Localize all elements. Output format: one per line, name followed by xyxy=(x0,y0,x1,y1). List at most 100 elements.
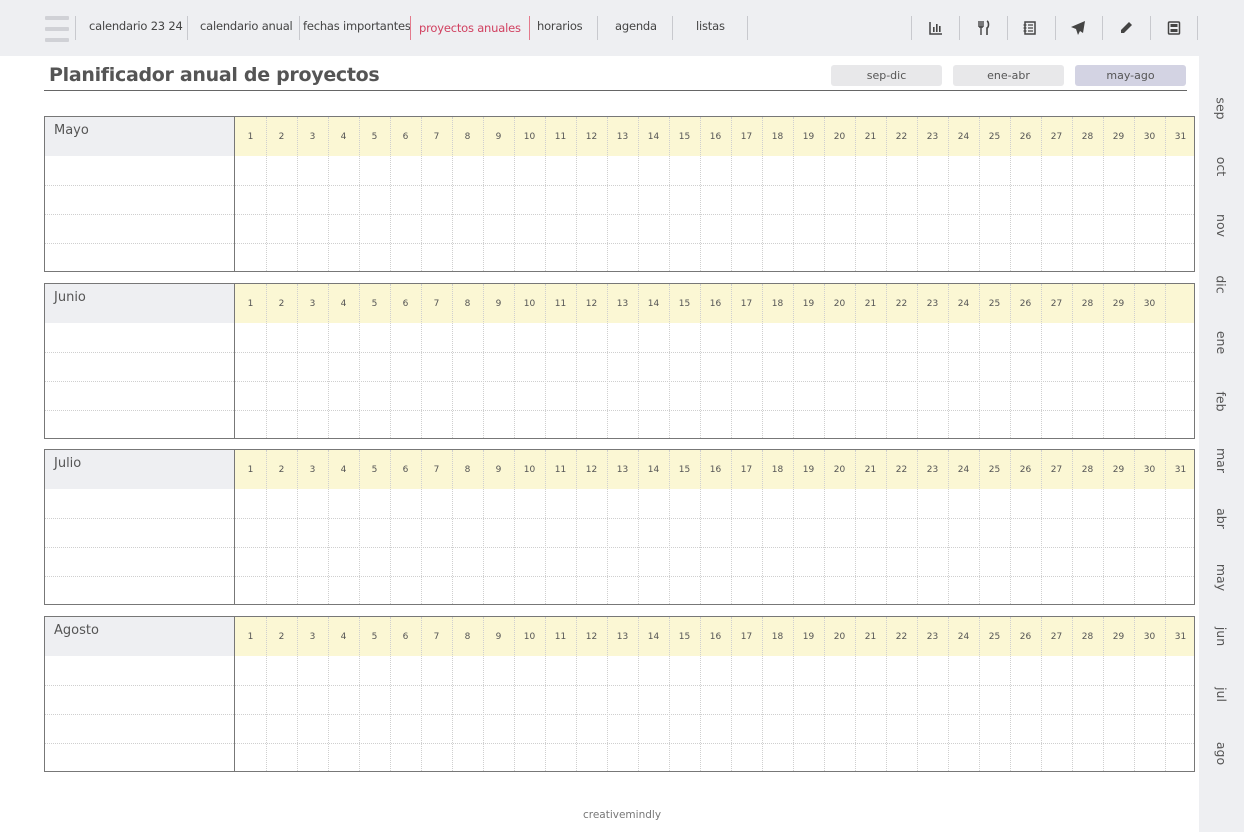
range-button-sep-dic[interactable]: sep-dic xyxy=(831,65,942,86)
nav-separator xyxy=(299,16,300,40)
grid-column-line xyxy=(421,117,422,271)
grid-column-line xyxy=(669,117,670,271)
grid-column-line xyxy=(483,617,484,771)
grid-column-line xyxy=(731,284,732,438)
side-month-ago[interactable]: ago xyxy=(1199,733,1244,773)
nav-calendario-23-24[interactable]: calendario 23 24 xyxy=(89,19,183,33)
grid-column-line xyxy=(948,284,949,438)
menu-icon[interactable] xyxy=(45,16,69,42)
grid-column-line xyxy=(700,617,701,771)
footer-brand: creativemindly xyxy=(582,809,662,821)
top-nav-bar: calendario 23 24 calendario anual fechas… xyxy=(0,0,1199,56)
grid-column-line xyxy=(1134,284,1135,438)
side-month-label: sep xyxy=(1213,96,1229,120)
range-button-ene-abr[interactable]: ene-abr xyxy=(953,65,1064,86)
grid-column-line xyxy=(390,450,391,604)
grid-column-line xyxy=(1103,450,1104,604)
grid-column-line xyxy=(700,117,701,271)
side-month-may[interactable]: may xyxy=(1199,557,1244,597)
grid-row-line xyxy=(45,410,1194,411)
grid-column-line xyxy=(328,284,329,438)
grid-column-line xyxy=(1010,117,1011,271)
grid-column-line xyxy=(762,117,763,271)
side-month-oct[interactable]: oct xyxy=(1199,146,1244,186)
chart-icon[interactable] xyxy=(925,17,947,39)
grid-column-line xyxy=(576,117,577,271)
grid-column-line xyxy=(979,117,980,271)
grid-row-line xyxy=(45,243,1194,244)
grid-column-line xyxy=(948,617,949,771)
nav-calendario-anual[interactable]: calendario anual xyxy=(200,19,293,33)
nav-separator xyxy=(75,16,76,40)
grid-column-line xyxy=(514,284,515,438)
grid-column-line xyxy=(452,617,453,771)
grid-column-line xyxy=(328,117,329,271)
nav-separator xyxy=(597,16,598,40)
grid-column-line xyxy=(1165,117,1166,271)
grid-column-line xyxy=(979,617,980,771)
nav-proyectos-anuales[interactable]: proyectos anuales xyxy=(410,16,530,40)
nav-fechas-importantes[interactable]: fechas importantes xyxy=(303,19,411,33)
range-button-may-ago[interactable]: may-ago xyxy=(1075,65,1186,86)
month-name: Junio xyxy=(45,284,235,323)
grid-column-line xyxy=(1103,117,1104,271)
grid-column-line xyxy=(917,450,918,604)
grid-column-line xyxy=(1072,284,1073,438)
side-month-label: jun xyxy=(1213,626,1229,646)
grid-column-line xyxy=(855,117,856,271)
month-sidebar: sep oct nov dic ene feb mar abr may jun … xyxy=(1199,0,1244,832)
grid-column-line xyxy=(638,284,639,438)
title-divider xyxy=(44,90,1187,91)
grid-column-line xyxy=(483,117,484,271)
side-month-ene[interactable]: ene xyxy=(1199,322,1244,362)
day-grid[interactable] xyxy=(235,450,1194,604)
side-month-abr[interactable]: abr xyxy=(1199,498,1244,538)
utensils-icon[interactable] xyxy=(973,17,995,39)
grid-column-line xyxy=(607,284,608,438)
grid-column-line xyxy=(266,617,267,771)
side-month-jun[interactable]: jun xyxy=(1199,616,1244,656)
grid-column-line xyxy=(1165,284,1166,438)
side-month-jul[interactable]: jul xyxy=(1199,674,1244,714)
month-block: Mayo 1 2 3 4 5 6 7 8 9 10 11 12 13 14 15 16 17 18 19 20 21 22 2… xyxy=(44,116,1195,272)
grid-column-line xyxy=(855,617,856,771)
grid-column-line xyxy=(514,450,515,604)
grid-column-line xyxy=(576,617,577,771)
nav-horarios[interactable]: horarios xyxy=(537,19,583,33)
side-month-label: jul xyxy=(1214,686,1229,702)
grid-column-line xyxy=(917,617,918,771)
grid-column-line xyxy=(669,284,670,438)
grid-column-line xyxy=(1134,617,1135,771)
grid-column-line xyxy=(1010,284,1011,438)
grid-row-line xyxy=(45,685,1194,686)
pencil-icon[interactable] xyxy=(1115,17,1137,39)
day-grid[interactable] xyxy=(235,117,1194,271)
side-month-label: may xyxy=(1213,563,1229,591)
calculator-icon[interactable] xyxy=(1163,17,1185,39)
grid-column-line xyxy=(328,617,329,771)
nav-listas[interactable]: listas xyxy=(696,19,725,33)
side-month-label: mar xyxy=(1213,447,1229,473)
grid-column-line xyxy=(545,450,546,604)
day-grid[interactable] xyxy=(235,284,1194,438)
notebook-icon[interactable] xyxy=(1019,17,1041,39)
plane-icon[interactable] xyxy=(1067,17,1089,39)
grid-column-line xyxy=(731,117,732,271)
grid-column-line xyxy=(824,284,825,438)
grid-column-line xyxy=(1103,284,1104,438)
side-month-feb[interactable]: feb xyxy=(1199,381,1244,421)
grid-column-line xyxy=(793,117,794,271)
day-grid[interactable] xyxy=(235,617,1194,771)
grid-column-line xyxy=(266,284,267,438)
nav-agenda[interactable]: agenda xyxy=(615,19,657,33)
grid-column-line xyxy=(824,450,825,604)
grid-column-line xyxy=(266,117,267,271)
grid-column-line xyxy=(793,284,794,438)
grid-column-line xyxy=(638,450,639,604)
grid-row-line xyxy=(45,547,1194,548)
side-month-nov[interactable]: nov xyxy=(1199,205,1244,245)
side-month-mar[interactable]: mar xyxy=(1199,440,1244,480)
grid-column-line xyxy=(886,117,887,271)
side-month-sep[interactable]: sep xyxy=(1199,88,1244,128)
side-month-dic[interactable]: dic xyxy=(1199,264,1244,304)
